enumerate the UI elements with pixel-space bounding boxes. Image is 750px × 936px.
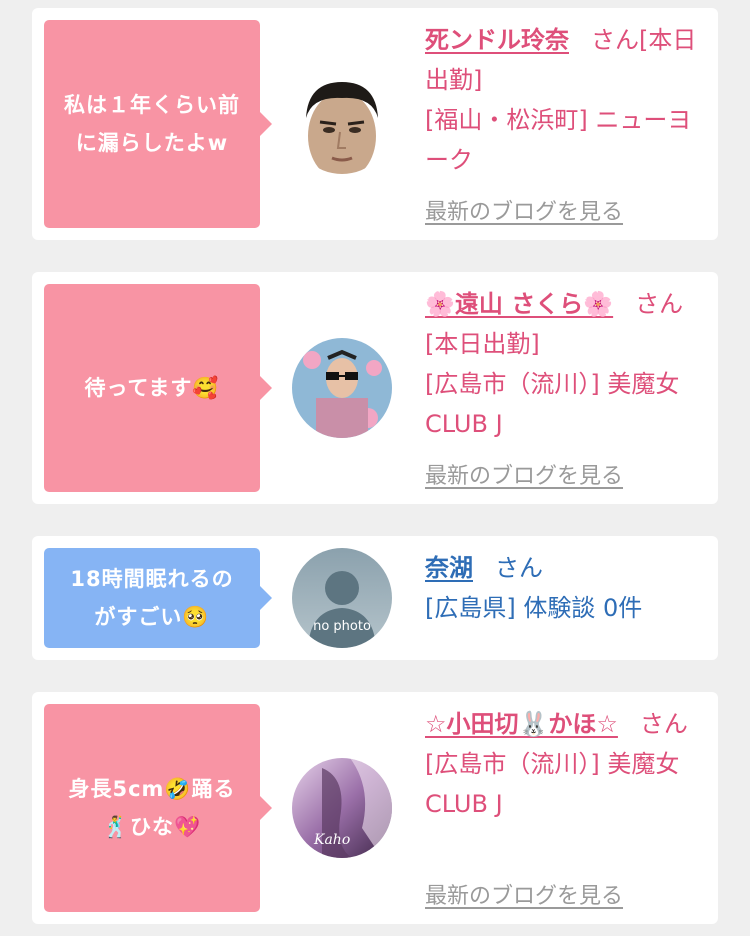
info-block: 奈湖 さん [広島県] 体験談 0件 bbox=[425, 548, 706, 628]
honorific: さん bbox=[635, 290, 684, 318]
detail-text: [広島県] 体験談 0件 bbox=[425, 594, 643, 622]
honorific: さん bbox=[495, 554, 543, 582]
avatar[interactable]: no photo bbox=[292, 548, 392, 648]
no-photo-label: no photo bbox=[313, 619, 371, 634]
review-card: 18時間眠れるの がすごい🥺 no photo 奈湖 さん [広島県] 体験談 0… bbox=[32, 536, 718, 660]
avatar[interactable] bbox=[292, 338, 392, 438]
cast-name-link[interactable]: ☆小田切🐰かほ☆ bbox=[425, 710, 618, 738]
message-text: 18時間眠れるの がすごい🥺 bbox=[70, 567, 234, 629]
location-text: [広島市（流川）] 美魔女CLUB J bbox=[425, 750, 680, 818]
message-text: 待ってます🥰 bbox=[84, 376, 220, 400]
cast-name-link[interactable]: 死ンドル玲奈 bbox=[425, 26, 569, 54]
honorific: さん bbox=[639, 710, 688, 738]
status-text: [本日出勤] bbox=[425, 330, 540, 358]
info-block: 🌸遠山 さくら🌸 さん [本日出勤] [広島市（流川）] 美魔女CLUB J bbox=[425, 284, 706, 444]
info-block: ☆小田切🐰かほ☆ さん [広島市（流川）] 美魔女CLUB J bbox=[425, 704, 706, 824]
message-bubble: 身長5cm🤣踊る 🕺ひな💖 bbox=[44, 704, 272, 912]
cast-name-link[interactable]: 奈湖 bbox=[425, 554, 473, 582]
review-card: 私は１年くらい前 に漏らしたよw 死ンドル玲奈 さん[本日出勤] [福山・松浜町]… bbox=[32, 8, 718, 240]
honorific: さん bbox=[591, 26, 639, 54]
location-text: [福山・松浜町] ニューヨーク bbox=[425, 106, 692, 174]
avatar[interactable] bbox=[292, 74, 392, 174]
message-text: 私は１年くらい前 に漏らしたよw bbox=[64, 93, 240, 155]
cast-name-link[interactable]: 🌸遠山 さくら🌸 bbox=[425, 290, 613, 318]
info-block: 死ンドル玲奈 さん[本日出勤] [福山・松浜町] ニューヨーク bbox=[425, 20, 706, 180]
message-bubble: 私は１年くらい前 に漏らしたよw bbox=[44, 20, 272, 228]
location-text: [広島市（流川）] 美魔女CLUB J bbox=[425, 370, 680, 438]
blog-link[interactable]: 最新のブログを見る bbox=[425, 458, 623, 490]
message-bubble: 待ってます🥰 bbox=[44, 284, 272, 492]
blog-link[interactable]: 最新のブログを見る bbox=[425, 878, 623, 910]
message-bubble: 18時間眠れるの がすごい🥺 bbox=[44, 548, 272, 648]
avatar-signature: Kaho bbox=[313, 832, 350, 848]
review-card: 待ってます🥰 🌸遠山 さくら🌸 さん [本日出勤] [広島市（流川）] 美魔女CL… bbox=[32, 272, 718, 504]
avatar[interactable]: Kaho bbox=[292, 758, 392, 858]
review-card: 身長5cm🤣踊る 🕺ひな💖 Kaho ☆小田切🐰かほ☆ さん [広島市（流川）] … bbox=[32, 692, 718, 924]
message-text: 身長5cm🤣踊る 🕺ひな💖 bbox=[68, 777, 236, 839]
blog-link[interactable]: 最新のブログを見る bbox=[425, 194, 623, 226]
